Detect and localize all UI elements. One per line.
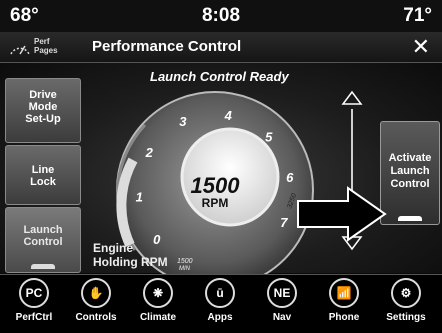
performance-control-screen: 68° 8:08 71° Perf Pages Performance Cont… bbox=[0, 0, 442, 333]
nav-perfctrl[interactable]: PC PerfCtrl bbox=[4, 278, 64, 323]
climate-icon: ❋ bbox=[143, 278, 173, 308]
gauge-tick-label: 3 bbox=[179, 114, 187, 129]
line-lock-button[interactable]: Line Lock bbox=[5, 145, 81, 205]
nav-compass-icon: NE bbox=[267, 278, 297, 308]
activate-launch-control-button[interactable]: Activate Launch Control bbox=[380, 121, 440, 225]
nav-settings[interactable]: ⚙ Settings bbox=[376, 278, 436, 323]
rpm-up-arrow-icon[interactable] bbox=[341, 89, 363, 107]
gauge-tick-label: 1 bbox=[136, 190, 143, 205]
engine-holding-rpm-label: Engine Holding RPM bbox=[93, 241, 168, 269]
drive-mode-setup-button[interactable]: Drive Mode Set-Up bbox=[5, 78, 81, 143]
nav-phone[interactable]: 📶 Phone bbox=[314, 278, 374, 323]
clock: 8:08 bbox=[201, 5, 241, 26]
nav-climate[interactable]: ❋ Climate bbox=[128, 278, 188, 323]
close-icon[interactable]: ✕ bbox=[412, 34, 430, 60]
bottom-nav-bar: PC PerfCtrl ✋ Controls ❋ Climate ū Apps … bbox=[0, 274, 442, 333]
launch-control-panel: Launch Control Ready Drive Mode Set-Up L… bbox=[0, 63, 442, 275]
perfctrl-icon: PC bbox=[19, 278, 49, 308]
min-rpm-label: 1500 bbox=[177, 258, 193, 265]
perf-pages-icon bbox=[10, 45, 30, 55]
gauge-tick-label: 4 bbox=[224, 108, 233, 123]
status-bar: 68° 8:08 71° bbox=[0, 0, 442, 32]
selected-indicator bbox=[31, 264, 55, 269]
perf-pages-button[interactable]: Perf Pages bbox=[8, 36, 78, 60]
passenger-temperature[interactable]: 71° bbox=[403, 5, 432, 27]
gauge-tick-label: 6 bbox=[286, 170, 294, 185]
launch-control-button[interactable]: Launch Control bbox=[5, 207, 81, 273]
launch-status-message: Launch Control Ready bbox=[150, 69, 289, 84]
settings-gear-icon: ⚙ bbox=[391, 278, 421, 308]
activate-indicator bbox=[398, 216, 422, 221]
gauge-tick-label: 2 bbox=[145, 145, 154, 160]
title-bar: Perf Pages Performance Control ✕ bbox=[0, 32, 442, 63]
nav-controls[interactable]: ✋ Controls bbox=[66, 278, 126, 323]
nav-apps[interactable]: ū Apps bbox=[190, 278, 250, 323]
phone-icon: 📶 bbox=[329, 278, 359, 308]
callout-arrow-icon bbox=[297, 186, 387, 242]
apps-icon: ū bbox=[205, 278, 235, 308]
rpm-unit: RPM bbox=[201, 196, 229, 210]
gauge-tick-label: 5 bbox=[265, 129, 273, 144]
perf-pages-label: Perf Pages bbox=[34, 37, 58, 55]
page-title: Performance Control bbox=[92, 38, 242, 55]
min-rpm-sub: MIN bbox=[179, 266, 191, 272]
nav-nav[interactable]: NE Nav bbox=[252, 278, 312, 323]
controls-icon: ✋ bbox=[81, 278, 111, 308]
gauge-tick-label: 7 bbox=[280, 215, 288, 230]
